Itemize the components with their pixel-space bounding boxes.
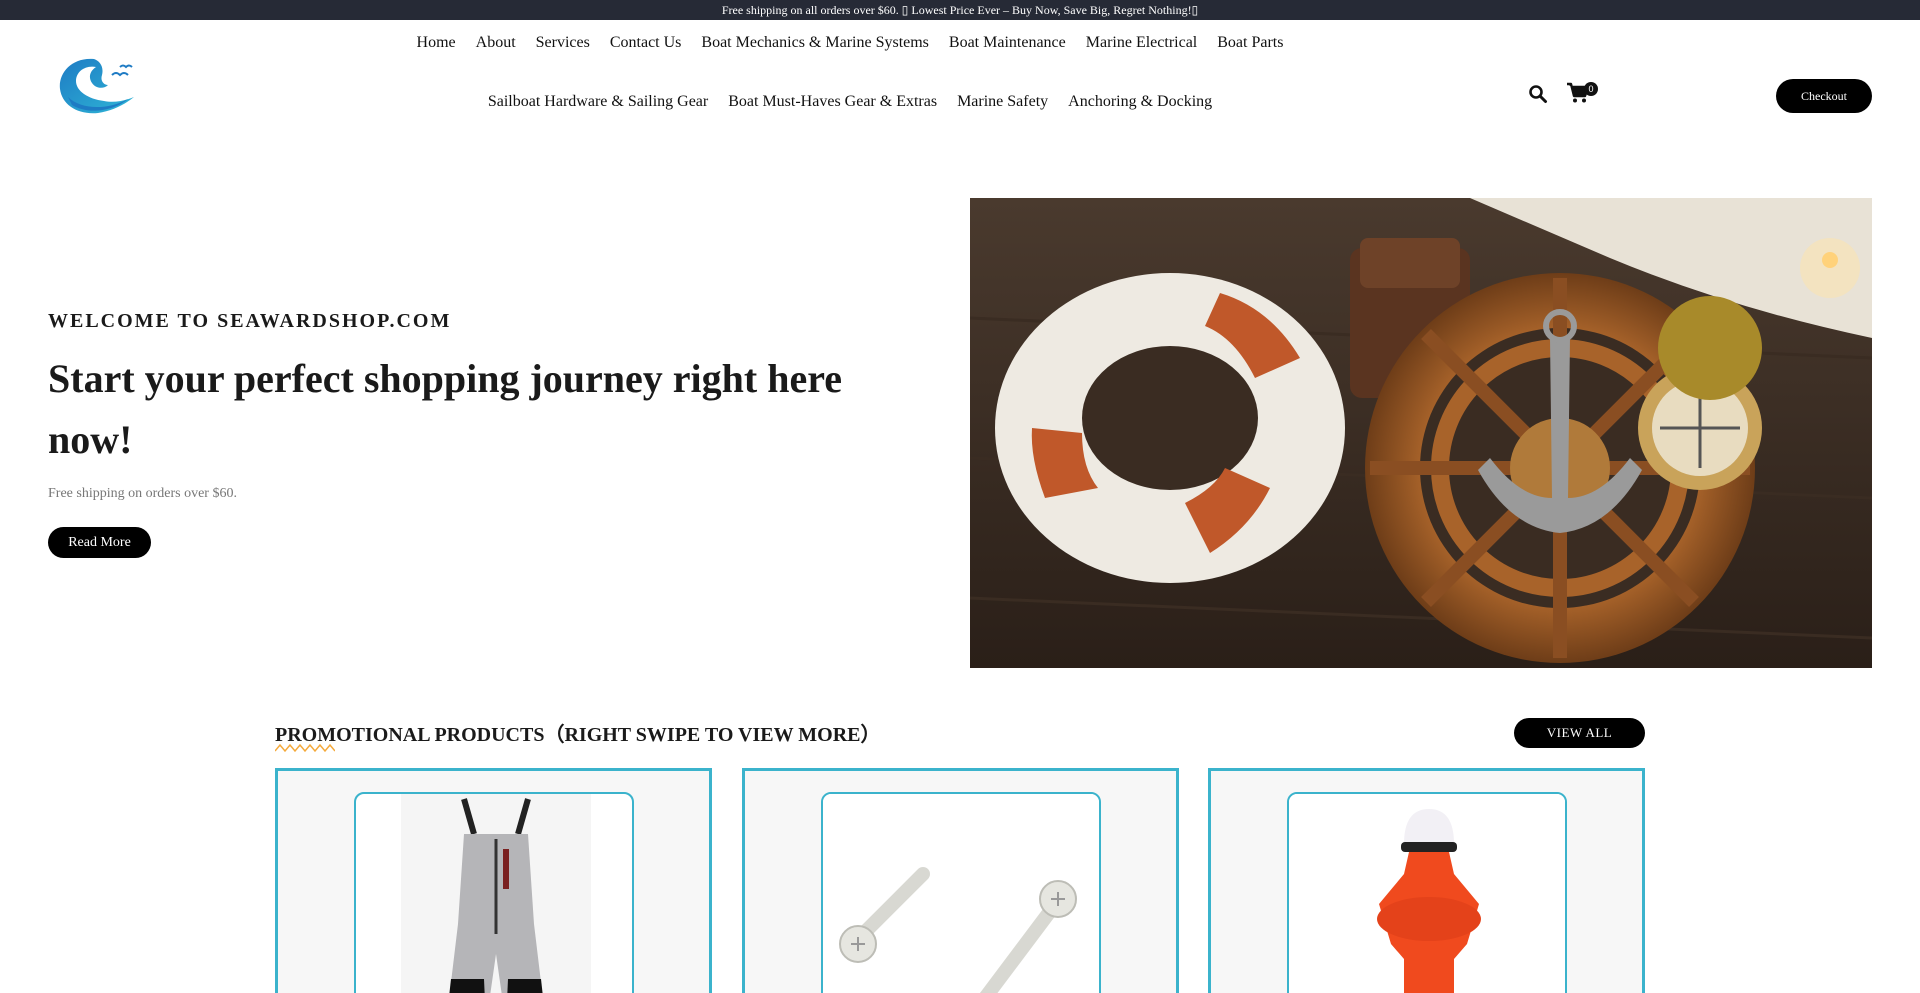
product-card[interactable] bbox=[275, 768, 712, 993]
nav-services[interactable]: Services bbox=[536, 34, 590, 52]
main-nav-row-1: Home About Services Contact Us Boat Mech… bbox=[400, 34, 1300, 52]
nav-boat-maintenance[interactable]: Boat Maintenance bbox=[949, 34, 1066, 52]
read-more-button[interactable]: Read More bbox=[48, 527, 151, 558]
nav-contact-us[interactable]: Contact Us bbox=[610, 34, 682, 52]
main-nav-row-2: Sailboat Hardware & Sailing Gear Boat Mu… bbox=[400, 93, 1300, 111]
product-image-frame[interactable] bbox=[821, 792, 1101, 993]
site-logo[interactable] bbox=[54, 53, 142, 117]
view-all-button[interactable]: VIEW ALL bbox=[1514, 718, 1645, 748]
screws-image bbox=[823, 794, 1099, 993]
product-image-frame[interactable] bbox=[1287, 792, 1567, 993]
product-card[interactable] bbox=[742, 768, 1179, 993]
nav-anchoring-docking[interactable]: Anchoring & Docking bbox=[1068, 93, 1212, 111]
title-underline-decoration bbox=[275, 743, 335, 753]
nav-boat-must-haves[interactable]: Boat Must-Haves Gear & Extras bbox=[728, 93, 937, 111]
cart-count-badge: 0 bbox=[1584, 82, 1598, 96]
nav-home[interactable]: Home bbox=[417, 34, 456, 52]
nav-about[interactable]: About bbox=[476, 34, 516, 52]
hero-title: Start your perfect shopping journey righ… bbox=[48, 356, 843, 462]
checkout-button[interactable]: Checkout bbox=[1776, 79, 1872, 113]
search-icon[interactable] bbox=[1528, 84, 1548, 104]
announcement-text: Free shipping on all orders over $60. ▯ … bbox=[721, 3, 1199, 17]
product-image-frame[interactable] bbox=[354, 792, 634, 993]
hero-kicker: WELCOME TO SEAWARDSHOP.COM bbox=[48, 310, 452, 332]
orange-safety-light-image bbox=[1289, 794, 1565, 993]
nav-marine-safety[interactable]: Marine Safety bbox=[957, 93, 1048, 111]
promo-section-title: PROMOTIONAL PRODUCTS（RIGHT SWIPE TO VIEW… bbox=[275, 724, 881, 746]
nav-boat-parts[interactable]: Boat Parts bbox=[1217, 34, 1283, 52]
hero-nautical-image bbox=[970, 198, 1872, 668]
bib-overalls-image bbox=[401, 794, 591, 993]
nav-boat-mechanics[interactable]: Boat Mechanics & Marine Systems bbox=[701, 34, 929, 52]
nav-sailboat-hardware[interactable]: Sailboat Hardware & Sailing Gear bbox=[488, 93, 708, 111]
hero-subtitle: Free shipping on orders over $60. bbox=[48, 486, 237, 501]
nav-marine-electrical[interactable]: Marine Electrical bbox=[1086, 34, 1198, 52]
announcement-bar: Free shipping on all orders over $60. ▯ … bbox=[0, 0, 1920, 20]
product-card[interactable] bbox=[1208, 768, 1645, 993]
